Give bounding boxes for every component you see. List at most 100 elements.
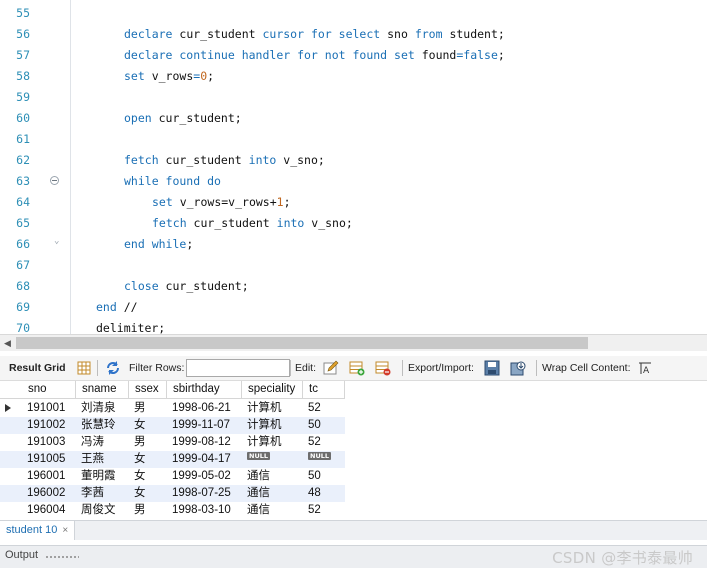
code-line[interactable]: 58 set v_rows=0; [0,66,707,87]
cell-ssex[interactable]: 女 [134,451,167,468]
cell-sbirthday[interactable]: 1998-03-10 [172,502,242,519]
code-text[interactable]: end // [96,297,138,318]
code-text[interactable]: set v_rows=0; [124,66,214,87]
cell-sno[interactable]: 196002 [27,485,76,502]
cell-sbirthday[interactable]: 1999-05-02 [172,468,242,485]
export-icon[interactable] [484,360,500,376]
code-line[interactable]: 68 close cur_student; [0,276,707,297]
cell-sname[interactable]: 张慧玲 [81,417,129,434]
code-text[interactable]: end while; [124,234,193,255]
code-line[interactable]: 66 ⌄ end while; [0,234,707,255]
code-line[interactable]: 56 declare cur_student cursor for select … [0,24,707,45]
cell-sno[interactable]: 196001 [27,468,76,485]
cell-speciality[interactable]: 通信 [247,468,303,485]
cell-sbirthday[interactable]: 1998-07-25 [172,485,242,502]
filter-rows-input[interactable] [186,359,290,377]
code-text[interactable]: while found do [124,171,221,192]
cell-sno[interactable]: 191001 [27,400,76,417]
code-line[interactable]: 60 open cur_student; [0,108,707,129]
close-tab-icon[interactable]: × [62,525,68,536]
fold-collapse-icon[interactable] [50,176,59,185]
tab-student-result[interactable]: student 10 × [0,521,76,540]
cell-sname[interactable]: 董明霞 [81,468,129,485]
import-icon[interactable] [510,360,526,376]
cell-tc[interactable]: 52 [308,502,345,519]
result-grid-label[interactable]: Result Grid [9,356,66,380]
code-line[interactable]: 59 [0,87,707,108]
sql-editor[interactable]: 55 56 declare cur_student cursor for selec… [0,0,707,334]
cell-sno[interactable]: 191002 [27,417,76,434]
code-line[interactable]: 61 [0,129,707,150]
cell-tc[interactable]: 50 [308,417,345,434]
cell-sbirthday[interactable]: 1999-11-07 [172,417,242,434]
cell-ssex[interactable]: 女 [134,468,167,485]
cell-tc[interactable]: 48 [308,485,345,502]
cell-sno[interactable]: 191005 [27,451,76,468]
cell-speciality[interactable]: NULL [247,451,303,468]
code-line[interactable]: 64 set v_rows=v_rows+1; [0,192,707,213]
table-row[interactable]: 191005 王燕女 1999-04-17 NULL NULL [0,451,345,468]
code-text[interactable]: open cur_student; [124,108,242,129]
cell-speciality[interactable]: 计算机 [247,417,303,434]
refresh-icon[interactable] [105,360,121,376]
cell-speciality[interactable]: 通信 [247,485,303,502]
code-text[interactable]: close cur_student; [124,276,249,297]
cell-sname[interactable]: 周俊文 [81,502,129,519]
code-line[interactable]: 65 fetch cur_student into v_sno; [0,213,707,234]
wrap-text-icon[interactable]: A [637,360,653,376]
column-header-sname[interactable]: sname [76,381,129,398]
table-row[interactable]: 191002 张慧玲女 1999-11-07 计算机 50 [0,417,345,434]
cell-sno[interactable]: 196004 [27,502,76,519]
code-line[interactable]: 67 [0,255,707,276]
edit-pencil-icon[interactable] [323,360,339,376]
column-header-sno[interactable]: sno [22,381,76,398]
cell-tc[interactable]: 52 [308,434,345,451]
cell-ssex[interactable]: 男 [134,502,167,519]
cell-sbirthday[interactable]: 1999-08-12 [172,434,242,451]
cell-sname[interactable]: 冯涛 [81,434,129,451]
cell-sno[interactable]: 191003 [27,434,76,451]
cell-sname[interactable]: 刘清泉 [81,400,129,417]
code-text[interactable]: fetch cur_student into v_sno; [124,150,325,171]
editor-horizontal-scrollbar[interactable]: ◀ [0,334,707,351]
column-header-tc[interactable]: tc [303,381,345,398]
cell-ssex[interactable]: 男 [134,400,167,417]
code-text[interactable]: set v_rows=v_rows+1; [152,192,291,213]
cell-sbirthday[interactable]: 1998-06-21 [172,400,242,417]
code-line[interactable]: 62 fetch cur_student into v_sno; [0,150,707,171]
code-line[interactable]: 57 declare continue handler for not found… [0,45,707,66]
cell-ssex[interactable]: 男 [134,434,167,451]
cell-speciality[interactable]: 通信 [247,502,303,519]
delete-row-icon[interactable] [375,360,391,376]
code-line[interactable]: 69 end // [0,297,707,318]
code-text[interactable]: fetch cur_student into v_sno; [152,213,353,234]
cell-tc[interactable]: 52 [308,400,345,417]
column-header-ssex[interactable]: ssex [129,381,167,398]
scroll-left-arrow-icon[interactable]: ◀ [4,338,11,349]
cell-speciality[interactable]: 计算机 [247,434,303,451]
column-header-sbirthday[interactable]: sbirthday [167,381,242,398]
scrollbar-thumb[interactable] [16,337,588,349]
cell-tc[interactable]: NULL [308,451,345,468]
cell-tc[interactable]: 50 [308,468,345,485]
table-row[interactable]: 196002 李茜女 1998-07-25 通信 48 [0,485,345,502]
add-row-icon[interactable] [349,360,365,376]
cell-sname[interactable]: 王燕 [81,451,129,468]
code-text[interactable]: declare continue handler for not found s… [124,45,505,66]
table-row[interactable]: 191003 冯涛男 1999-08-12 计算机 52 [0,434,345,451]
table-row[interactable]: 196001 董明霞女 1999-05-02 通信 50 [0,468,345,485]
grid-view-icon[interactable] [76,360,92,376]
cell-speciality[interactable]: 计算机 [247,400,303,417]
code-line[interactable]: 55 [0,3,707,24]
panel-resize-grip[interactable] [45,555,79,559]
code-line[interactable]: 63 while found do [0,171,707,192]
column-header-speciality[interactable]: speciality [242,381,303,398]
code-text[interactable]: delimiter; [96,318,165,334]
table-row[interactable]: 191001 刘清泉男 1998-06-21 计算机 52 [0,400,345,417]
cell-sbirthday[interactable]: 1999-04-17 [172,451,242,468]
table-row[interactable]: 196004 周俊文男 1998-03-10 通信 52 [0,502,345,519]
code-line[interactable]: 70 delimiter; [0,318,707,334]
cell-ssex[interactable]: 女 [134,417,167,434]
cell-sname[interactable]: 李茜 [81,485,129,502]
cell-ssex[interactable]: 女 [134,485,167,502]
